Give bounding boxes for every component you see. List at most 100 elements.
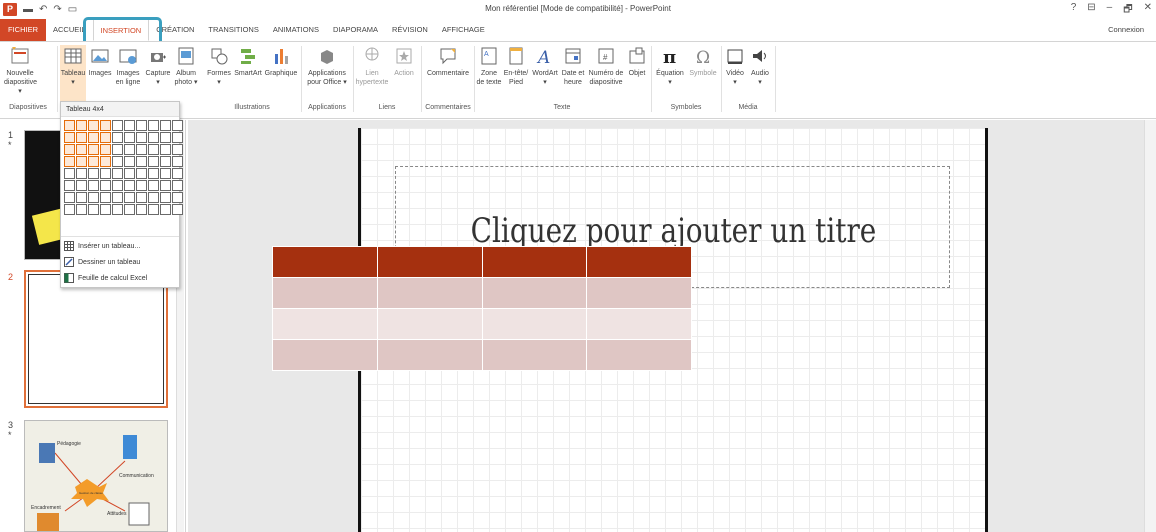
editing-scrollbar[interactable]: [1144, 120, 1156, 532]
photo-album-button[interactable]: Album photo ▾: [173, 45, 199, 87]
table-grid-cell[interactable]: [148, 156, 159, 167]
hyperlink-button[interactable]: Lien hypertexte: [355, 45, 389, 87]
table-grid-cell[interactable]: [88, 204, 99, 215]
table-grid-cell[interactable]: [124, 168, 135, 179]
table-grid-cell[interactable]: [76, 120, 87, 131]
restore-icon[interactable]: 🗗: [1123, 2, 1132, 19]
table-grid-cell[interactable]: [76, 144, 87, 155]
table-grid-cell[interactable]: [148, 120, 159, 131]
table-grid-cell[interactable]: [136, 192, 147, 203]
slide-title-placeholder[interactable]: Cliquez pour ajouter un titre: [446, 211, 901, 251]
ribbon-display-icon[interactable]: ⊟: [1087, 2, 1095, 19]
tab-animations[interactable]: ANIMATIONS: [266, 19, 326, 41]
table-grid-cell[interactable]: [100, 204, 111, 215]
date-time-button[interactable]: Date et heure: [560, 45, 586, 87]
table-grid-cell[interactable]: [88, 192, 99, 203]
table-grid-cell[interactable]: [136, 120, 147, 131]
table-grid-cell[interactable]: [88, 168, 99, 179]
table-grid-cell[interactable]: [136, 168, 147, 179]
table-grid-cell[interactable]: [76, 156, 87, 167]
symbol-button[interactable]: Ω Symbole: [688, 45, 718, 78]
table-grid-cell[interactable]: [148, 204, 159, 215]
table-grid-cell[interactable]: [172, 144, 183, 155]
draw-table-menu-item[interactable]: Dessiner un tableau: [64, 257, 140, 267]
table-grid-cell[interactable]: [64, 180, 75, 191]
table-grid-cell[interactable]: [148, 192, 159, 203]
table-grid-cell[interactable]: [100, 144, 111, 155]
table-grid-cell[interactable]: [136, 132, 147, 143]
video-button[interactable]: Vidéo ▾: [723, 45, 747, 87]
table-grid-cell[interactable]: [76, 180, 87, 191]
save-icon[interactable]: ▬: [23, 4, 33, 15]
table-grid-cell[interactable]: [76, 132, 87, 143]
table-grid-cell[interactable]: [136, 144, 147, 155]
table-grid-cell[interactable]: [160, 204, 171, 215]
table-grid-cell[interactable]: [160, 132, 171, 143]
screenshot-button[interactable]: Capture ▾: [144, 45, 172, 87]
table-grid-cell[interactable]: [100, 120, 111, 131]
slide-number-button[interactable]: # Numéro de diapositive: [587, 45, 625, 87]
table-grid-cell[interactable]: [112, 204, 123, 215]
table-grid-cell[interactable]: [100, 168, 111, 179]
help-icon[interactable]: ?: [1071, 2, 1077, 19]
table-grid-cell[interactable]: [112, 132, 123, 143]
table-grid-cell[interactable]: [100, 180, 111, 191]
table-grid-cell[interactable]: [112, 156, 123, 167]
table-grid-cell[interactable]: [64, 156, 75, 167]
table-grid-cell[interactable]: [64, 204, 75, 215]
table-grid-cell[interactable]: [160, 168, 171, 179]
slide-thumbnail-3[interactable]: Pédagogie Communication Encadrement Gest…: [24, 420, 168, 532]
table-grid-cell[interactable]: [172, 132, 183, 143]
tab-affichage[interactable]: AFFICHAGE: [435, 19, 492, 41]
table-grid-cell[interactable]: [112, 144, 123, 155]
table-grid-cell[interactable]: [76, 168, 87, 179]
table-grid-cell[interactable]: [124, 120, 135, 131]
table-grid-cell[interactable]: [76, 192, 87, 203]
textbox-button[interactable]: A Zone de texte: [476, 45, 502, 87]
table-grid-cell[interactable]: [112, 192, 123, 203]
table-grid-cell[interactable]: [172, 192, 183, 203]
table-grid-cell[interactable]: [112, 168, 123, 179]
table-grid-cell[interactable]: [160, 144, 171, 155]
table-grid-cell[interactable]: [124, 192, 135, 203]
table-grid-cell[interactable]: [172, 204, 183, 215]
images-button[interactable]: Images: [88, 45, 112, 78]
tab-transitions[interactable]: TRANSITIONS: [201, 19, 265, 41]
table-grid-cell[interactable]: [148, 132, 159, 143]
tab-fichier[interactable]: FICHIER: [0, 19, 46, 41]
comment-button[interactable]: Commentaire: [423, 45, 473, 78]
table-grid-cell[interactable]: [136, 156, 147, 167]
table-grid-cell[interactable]: [160, 180, 171, 191]
audio-button[interactable]: Audio ▾: [748, 45, 772, 87]
powerpoint-logo-icon[interactable]: P: [3, 3, 17, 16]
table-grid-cell[interactable]: [160, 192, 171, 203]
office-apps-button[interactable]: Applications pour Office ▾: [304, 45, 350, 87]
table-grid-cell[interactable]: [148, 168, 159, 179]
tab-creation[interactable]: CRÉATION: [149, 19, 201, 41]
table-grid-cell[interactable]: [148, 144, 159, 155]
slide-thumbnail-2[interactable]: [24, 270, 168, 408]
header-footer-button[interactable]: En-tête/ Pied: [502, 45, 530, 87]
chart-button[interactable]: Graphique: [264, 45, 298, 78]
action-button[interactable]: Action: [390, 45, 418, 78]
table-grid-cell[interactable]: [172, 168, 183, 179]
object-button[interactable]: Objet: [626, 45, 648, 78]
undo-icon[interactable]: ↶: [39, 4, 47, 15]
table-grid-cell[interactable]: [64, 120, 75, 131]
table-grid-cell[interactable]: [160, 120, 171, 131]
minimize-icon[interactable]: –: [1107, 2, 1113, 19]
table-grid-cell[interactable]: [100, 132, 111, 143]
shapes-button[interactable]: Formes ▾: [206, 45, 232, 87]
equation-button[interactable]: π Équation ▾: [653, 45, 687, 87]
sign-in-link[interactable]: Connexion: [1108, 25, 1144, 34]
table-grid-cell[interactable]: [64, 168, 75, 179]
table-grid-cell[interactable]: [64, 132, 75, 143]
smartart-button[interactable]: SmartArt: [233, 45, 263, 78]
wordart-button[interactable]: A WordArt ▾: [531, 45, 559, 87]
table-grid-cell[interactable]: [100, 156, 111, 167]
table-grid-cell[interactable]: [64, 192, 75, 203]
redo-icon[interactable]: ↷: [53, 4, 61, 15]
tab-diaporama[interactable]: DIAPORAMA: [326, 19, 385, 41]
table-grid-cell[interactable]: [124, 204, 135, 215]
table-grid-cell[interactable]: [124, 180, 135, 191]
